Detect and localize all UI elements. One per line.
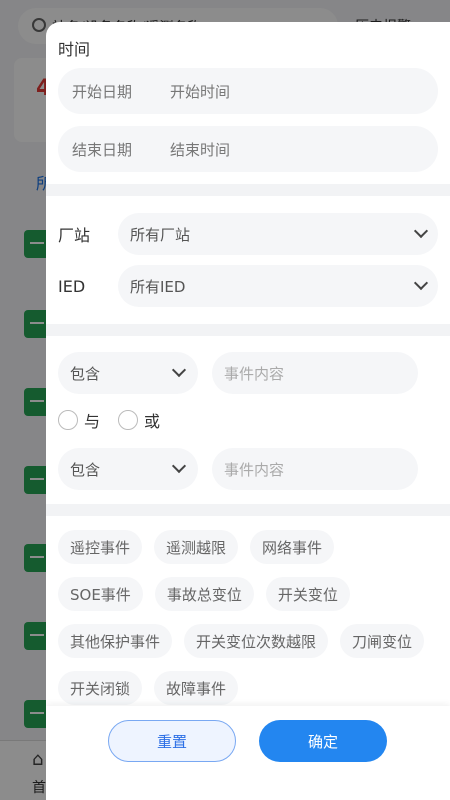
event-type-chip[interactable]: 开关变位次数越限 (184, 624, 329, 658)
end-time-picker[interactable]: 结束时间 (170, 139, 230, 160)
chevron-down-icon (171, 458, 187, 474)
station-row: 厂站 所有厂站 (58, 208, 438, 260)
divider (46, 324, 450, 336)
end-date-picker[interactable]: 结束日期 (72, 139, 132, 160)
time-section-title: 时间 (58, 40, 91, 59)
time-section: 时间 开始日期 开始时间 结束日期 结束时间 (46, 22, 450, 172)
condition-1-operator: 包含 (70, 364, 101, 383)
event-type-chip[interactable]: SOE事件 (58, 577, 143, 611)
filter-drawer: 时间 开始日期 开始时间 结束日期 结束时间 厂站 所有厂站 IED 所有IED (46, 22, 450, 800)
condition-1-content-input[interactable]: 事件内容 (212, 352, 418, 394)
start-time-picker[interactable]: 开始时间 (170, 81, 230, 102)
ied-value: 所有IED (130, 277, 186, 296)
reset-button[interactable]: 重置 (108, 720, 236, 762)
or-radio[interactable] (118, 410, 139, 430)
chevron-down-icon (413, 275, 429, 291)
condition-2-operator-select[interactable]: 包含 (58, 448, 198, 490)
start-date-picker[interactable]: 开始日期 (72, 81, 132, 102)
event-type-chip[interactable]: 遥控事件 (58, 530, 143, 564)
event-type-chip[interactable]: 刀闸变位 (340, 624, 425, 658)
station-value: 所有厂站 (130, 225, 191, 244)
content-condition-section: 包含 事件内容 与 或 包含 事件内容 (46, 352, 450, 504)
event-type-chip[interactable]: 开关闭锁 (58, 671, 143, 705)
ied-row: IED 所有IED (58, 260, 438, 312)
end-datetime-field[interactable]: 结束日期 结束时间 (58, 126, 438, 172)
event-type-chips: 遥控事件 遥测越限 网络事件 SOE事件 事故总变位 开关变位 其他保护事件 开… (58, 516, 438, 718)
and-radio[interactable] (58, 410, 78, 430)
event-type-chip[interactable]: 其他保护事件 (58, 624, 173, 658)
condition-1-operator-select[interactable]: 包含 (58, 352, 198, 394)
station-label: 厂站 (58, 226, 91, 245)
or-radio-label[interactable]: 或 (144, 408, 160, 432)
chevron-down-icon (413, 223, 429, 239)
event-type-chip[interactable]: 遥测越限 (154, 530, 239, 564)
condition-2-operator: 包含 (70, 460, 101, 479)
start-datetime-field[interactable]: 开始日期 开始时间 (58, 68, 438, 114)
chevron-down-icon (171, 362, 187, 378)
ied-label: IED (58, 276, 86, 296)
and-radio-label[interactable]: 与 (84, 408, 100, 432)
event-type-section: 遥控事件 遥测越限 网络事件 SOE事件 事故总变位 开关变位 其他保护事件 开… (46, 516, 450, 718)
logic-radio-group: 与 或 (58, 400, 438, 440)
event-type-chip[interactable]: 事故总变位 (154, 577, 254, 611)
station-select[interactable]: 所有厂站 (118, 213, 438, 255)
condition-2-content-input[interactable]: 事件内容 (212, 448, 418, 490)
event-type-chip[interactable]: 故障事件 (154, 671, 239, 705)
device-section: 厂站 所有厂站 IED 所有IED (46, 196, 450, 318)
event-type-chip[interactable]: 开关变位 (265, 577, 350, 611)
divider (46, 504, 450, 516)
condition-row-2: 包含 事件内容 (58, 448, 438, 490)
condition-row-1: 包含 事件内容 (58, 352, 438, 394)
event-type-chip[interactable]: 网络事件 (250, 530, 335, 564)
confirm-button[interactable]: 确定 (259, 720, 387, 762)
ied-select[interactable]: 所有IED (118, 265, 438, 307)
drawer-footer: 重置 确定 (46, 706, 450, 800)
divider (46, 184, 450, 196)
